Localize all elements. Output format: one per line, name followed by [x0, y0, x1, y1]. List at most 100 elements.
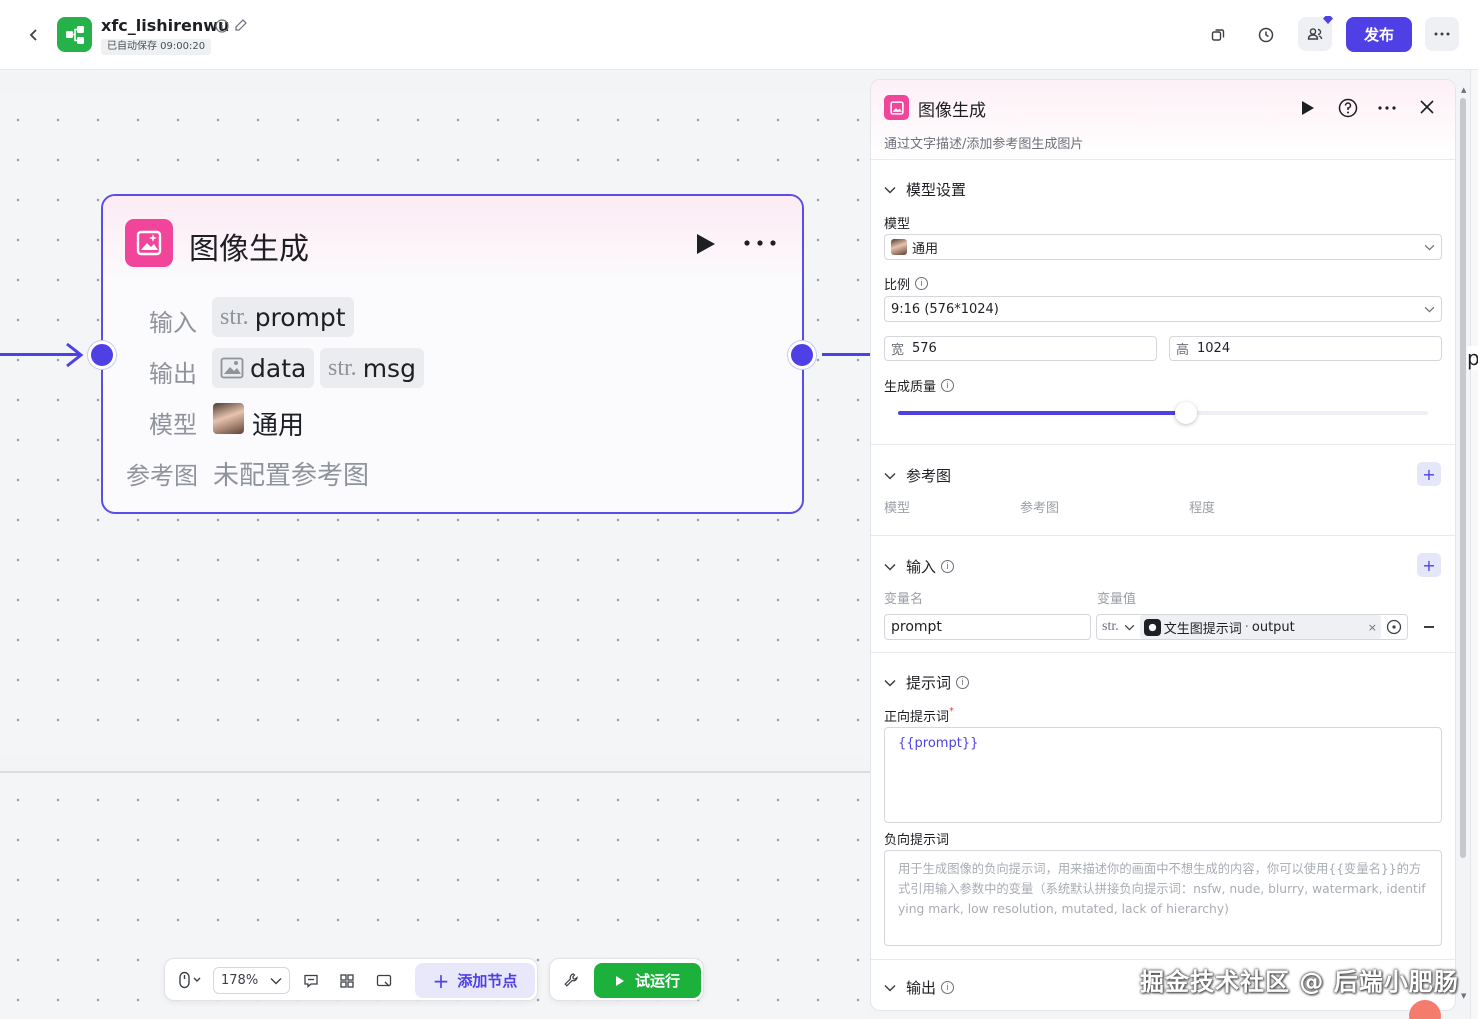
chevron-down-icon[interactable]: [1124, 624, 1135, 631]
remove-input-icon[interactable]: [1424, 626, 1434, 628]
positive-label: 正向提示词: [884, 710, 950, 725]
node-model-label: 模型: [149, 411, 197, 439]
input-col-value: 变量值: [1097, 592, 1137, 607]
chevron-down-icon: [1424, 306, 1435, 313]
add-input-button[interactable]: +: [1417, 553, 1441, 577]
watermark: 掘金技术社区 @ 后端小肥肠: [1140, 968, 1459, 996]
var-ref-chip[interactable]: 文生图提示词 · output ×: [1139, 615, 1381, 639]
help-icon[interactable]: [1338, 98, 1358, 118]
chevron-down-icon: [884, 186, 896, 194]
model-settings-header[interactable]: 模型设置: [884, 179, 966, 200]
info-icon[interactable]: i: [941, 981, 955, 994]
reference-header[interactable]: 参考图: [884, 465, 951, 486]
ref-col-model: 模型: [884, 501, 911, 516]
panel-scrollbar[interactable]: ▲ ▼: [1458, 80, 1468, 1010]
quality-slider-track[interactable]: [898, 402, 1428, 424]
image-gen-icon: [125, 219, 173, 267]
ratio-label-row: 比例 i: [884, 274, 929, 293]
divider: [871, 652, 1455, 653]
comment-icon[interactable]: [299, 970, 323, 992]
output-title: 输出: [906, 979, 937, 997]
ratio-label: 比例: [884, 278, 911, 293]
top-bar: xfc_lishirenwu 已自动保存 09:00:20 发布: [0, 0, 1478, 70]
workflow-logo-icon: [57, 17, 92, 52]
chevron-down-icon: [884, 472, 896, 480]
image-gen-icon: [884, 95, 909, 120]
var-name-input[interactable]: prompt: [884, 614, 1091, 640]
zoom-select[interactable]: 178%: [213, 967, 290, 994]
output-var-msg: msg: [362, 353, 416, 383]
add-reference-button[interactable]: +: [1417, 462, 1441, 486]
prompt-title: 提示词: [906, 674, 952, 692]
node-output-chip-msg: str. msg: [320, 348, 424, 388]
ref-col-degree: 程度: [1189, 501, 1216, 516]
width-label: 宽: [891, 343, 905, 358]
node-output-port[interactable]: [788, 341, 816, 369]
publish-button[interactable]: 发布: [1346, 17, 1412, 52]
info-icon[interactable]: [215, 19, 229, 33]
panel-more-icon[interactable]: [1378, 106, 1396, 110]
node-ref-value: 未配置参考图: [213, 461, 370, 491]
edge-arrow-icon: [64, 342, 84, 368]
node-run-icon[interactable]: [695, 232, 717, 256]
add-node-label: 添加节点: [457, 972, 518, 990]
height-label: 高: [1176, 343, 1190, 358]
var-ref-node: 文生图提示词: [1163, 621, 1242, 637]
minimap-icon[interactable]: [372, 970, 396, 992]
quality-slider-thumb[interactable]: [1175, 402, 1198, 424]
width-field[interactable]: 宽 576: [884, 336, 1157, 361]
positive-prompt-textarea[interactable]: {{prompt}}: [884, 727, 1442, 823]
diamond-badge-icon: [1322, 15, 1334, 25]
info-icon[interactable]: i: [915, 277, 929, 290]
node-more-icon[interactable]: [743, 240, 777, 246]
model-avatar: [213, 403, 244, 434]
model-avatar: [891, 239, 907, 255]
node-output-chip-data: data: [212, 348, 315, 388]
output-header[interactable]: 输出 i: [884, 977, 955, 998]
divider: [871, 959, 1455, 960]
scrollbar-thumb[interactable]: [1460, 98, 1466, 858]
clear-icon[interactable]: ×: [1368, 621, 1377, 634]
back-icon[interactable]: [17, 18, 51, 52]
node-input-port[interactable]: [88, 341, 116, 369]
panel-run-icon[interactable]: [1301, 100, 1315, 116]
var-type: str.: [1102, 619, 1119, 634]
autosave-badge: 已自动保存 09:00:20: [101, 39, 212, 55]
plus-icon: +: [432, 968, 450, 993]
target-icon[interactable]: [1386, 619, 1402, 635]
ratio-select[interactable]: 9:16 (576*1024): [884, 296, 1442, 322]
ratio-value: 9:16 (576*1024): [891, 301, 999, 317]
negative-prompt-textarea[interactable]: 用于生成图像的负向提示词，用来描述你的画面中不想生成的内容，你可以使用{{变量名…: [884, 850, 1442, 946]
layout-icon[interactable]: [335, 970, 359, 992]
edit-icon[interactable]: [234, 18, 248, 32]
model-settings-title: 模型设置: [906, 181, 967, 199]
type-str-label: str.: [220, 303, 249, 330]
node-model-value: 通用: [252, 411, 305, 441]
var-value-field[interactable]: str. 文生图提示词 · output ×: [1096, 614, 1408, 640]
mouse-mode-icon[interactable]: [173, 969, 207, 991]
type-str-label: str.: [328, 354, 357, 381]
test-run-button[interactable]: 试运行: [594, 963, 701, 998]
input-header[interactable]: 输入 i: [884, 556, 955, 577]
outgoing-edge: [822, 353, 870, 356]
add-node-button[interactable]: + 添加节点: [415, 963, 535, 998]
width-value: 576: [912, 341, 937, 356]
history-icon[interactable]: [1249, 18, 1283, 52]
wrench-icon[interactable]: [559, 969, 583, 991]
workflow-title: xfc_lishirenwu: [101, 16, 230, 35]
divider: [871, 535, 1455, 536]
prompt-header[interactable]: 提示词 i: [884, 672, 970, 693]
info-icon[interactable]: i: [956, 676, 970, 689]
output-var-data: data: [250, 353, 307, 383]
node-input-chip: str. prompt: [212, 297, 354, 337]
model-select[interactable]: 通用: [884, 234, 1442, 260]
height-field[interactable]: 高 1024: [1169, 336, 1442, 361]
info-icon[interactable]: i: [941, 379, 955, 392]
image-generation-node[interactable]: 图像生成 输入 str. prompt 输出 data str. msg 模型 …: [101, 194, 804, 514]
image-type-icon: [220, 357, 244, 379]
close-icon[interactable]: [1420, 100, 1434, 114]
copy-icon[interactable]: [1201, 18, 1235, 52]
info-icon[interactable]: i: [941, 560, 955, 573]
more-icon[interactable]: [1425, 17, 1459, 51]
quality-slider-fill: [898, 411, 1187, 415]
